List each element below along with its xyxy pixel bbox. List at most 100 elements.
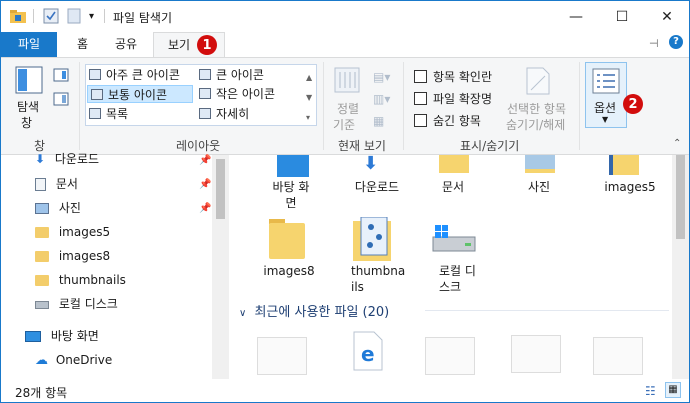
layout-small-icons[interactable]: 작은 아이콘: [196, 85, 314, 103]
navigation-pane-label-2[interactable]: 창: [21, 114, 32, 131]
item-images8[interactable]: images8: [253, 263, 325, 279]
large-icons-icon: [199, 69, 211, 80]
item-images5[interactable]: images5: [597, 179, 663, 195]
medium-icons-icon: [91, 89, 103, 100]
nav-item-pictures[interactable]: 사진: [35, 196, 81, 220]
hide-selected-label[interactable]: 선택한 항목: [507, 100, 566, 117]
documents-folder-icon[interactable]: [439, 155, 469, 173]
drive-icon: [35, 300, 49, 309]
file-extensions-label[interactable]: 파일 확장명: [433, 90, 492, 107]
pin-ribbon-icon[interactable]: ⊣: [649, 37, 659, 50]
item-documents[interactable]: 문서: [421, 179, 485, 195]
content-scrollbar-thumb[interactable]: [676, 155, 685, 239]
item-count: 28개 항목: [15, 386, 68, 400]
properties-icon[interactable]: [43, 8, 59, 27]
desktop-folder-icon[interactable]: [277, 155, 309, 177]
new-folder-icon[interactable]: [67, 8, 81, 27]
tab-file[interactable]: 파일: [1, 32, 57, 57]
large-icons-view-icon[interactable]: ▦: [665, 382, 681, 398]
item-checkboxes-label[interactable]: 항목 확인란: [433, 68, 492, 85]
document-icon: [35, 178, 46, 191]
help-icon[interactable]: ?: [669, 35, 683, 49]
collapse-ribbon-icon[interactable]: ⌃: [673, 138, 681, 149]
pictures-folder-icon[interactable]: [525, 155, 555, 173]
sort-by-label[interactable]: 정렬: [337, 100, 359, 117]
customize-dropdown-icon[interactable]: ▾: [89, 11, 94, 22]
pin-icon[interactable]: 📌: [199, 179, 211, 190]
nav-item-desktop[interactable]: 바탕 화면: [25, 324, 99, 348]
nav-item-downloads[interactable]: ⬇ 다운로드: [35, 147, 99, 171]
group-separator: [79, 62, 80, 150]
nav-item-images5[interactable]: images5: [35, 220, 110, 244]
recent-file-thumbnail[interactable]: [593, 337, 643, 375]
layout-large-icons[interactable]: 큰 아이콘: [196, 66, 314, 84]
maximize-button[interactable]: ☐: [599, 1, 645, 32]
tab-home[interactable]: 홈: [63, 32, 102, 57]
download-folder-icon[interactable]: ⬇: [363, 155, 378, 174]
hidden-items-checkbox[interactable]: [414, 114, 427, 127]
list-icon: [89, 108, 101, 119]
hidden-items-label[interactable]: 숨긴 항목: [433, 112, 481, 129]
group-separator: [579, 62, 580, 150]
folder-body: [269, 223, 305, 259]
nav-item-local-disk[interactable]: 로컬 디스크: [35, 292, 118, 316]
details-pane-icon[interactable]: [53, 92, 69, 109]
layout-extra-large-icons[interactable]: 아주 큰 아이콘: [86, 66, 194, 84]
pictures-icon: [35, 203, 49, 214]
layout-details[interactable]: 자세히: [196, 105, 314, 123]
layout-scroll-arrows[interactable]: ▲ ▼ ▾: [306, 68, 312, 128]
sort-by-icon[interactable]: [333, 66, 361, 97]
group-by-icon[interactable]: ▤▾ ▥▾ ▦: [373, 66, 390, 132]
item-desktop[interactable]: 바탕 화 면: [255, 179, 327, 211]
item-downloads[interactable]: 다운로드: [341, 179, 413, 195]
preview-pane-icon[interactable]: [53, 68, 69, 85]
images5-folder-icon[interactable]: [609, 155, 639, 175]
content-scrollbar[interactable]: [672, 155, 689, 379]
item-pictures[interactable]: 사진: [507, 179, 571, 195]
nav-scrollbar-thumb[interactable]: [216, 159, 225, 219]
cloud-icon: ☁: [35, 353, 48, 368]
thumbnails-folder-icon[interactable]: [353, 216, 393, 264]
hide-selected-label-2[interactable]: 숨기기/해제: [506, 116, 565, 133]
options-button[interactable]: 옵션 ▼: [585, 62, 627, 128]
explorer-folder-icon[interactable]: [9, 8, 27, 27]
layout-list[interactable]: 목록: [86, 105, 194, 123]
file-extensions-checkbox[interactable]: [414, 92, 427, 105]
pin-icon[interactable]: 📌: [199, 203, 211, 214]
navigation-pane-label[interactable]: 탐색: [17, 98, 39, 115]
pin-icon[interactable]: 📌: [199, 155, 211, 166]
navigation-pane-icon[interactable]: [15, 66, 43, 97]
layout-medium-icons[interactable]: 보통 아이콘: [87, 85, 193, 103]
ribbon-tabs: 파일 홈 공유 보기 1 ⊣ ?: [1, 32, 689, 58]
group-separator: [403, 62, 404, 150]
separator: [33, 9, 34, 23]
options-dropdown-icon: ▼: [602, 115, 609, 124]
recent-file-thumbnail[interactable]: [257, 337, 307, 375]
nav-item-thumbnails[interactable]: thumbnails: [35, 268, 126, 292]
folder-icon: [35, 227, 49, 238]
nav-item-onedrive[interactable]: ☁ OneDrive: [35, 348, 112, 372]
item-thumbnails[interactable]: thumbna ils: [341, 263, 413, 295]
close-button[interactable]: ✕: [644, 1, 689, 32]
group-separator: [323, 62, 324, 150]
layout-gallery: 아주 큰 아이콘 큰 아이콘 보통 아이콘 작은 아이콘 목록 자세히: [85, 64, 317, 126]
nav-item-documents[interactable]: 문서: [35, 172, 78, 196]
item-checkboxes-checkbox[interactable]: [414, 70, 427, 83]
item-local-disk[interactable]: 로컬 디 스크: [425, 263, 497, 295]
ribbon: 탐색 창 창 아주 큰 아이콘 큰 아이콘 보통 아이콘 작은 아이콘 목록 자…: [1, 57, 689, 155]
nav-item-images8[interactable]: images8: [35, 244, 110, 268]
recent-file-thumbnail[interactable]: [511, 335, 561, 373]
recent-files-header[interactable]: ∨ 최근에 사용한 파일 (20): [239, 301, 389, 320]
minimize-button[interactable]: —: [553, 1, 599, 32]
hide-selected-icon[interactable]: [525, 66, 551, 99]
window-title: 파일 탐색기: [113, 11, 173, 25]
nav-scrollbar[interactable]: [212, 155, 229, 379]
file-explorer-window: ▾ 파일 탐색기 — ☐ ✕ 파일 홈 공유 보기 1 ⊣ ? 탐색 창 창 아…: [0, 0, 690, 403]
local-disk-icon[interactable]: [431, 225, 477, 258]
sort-by-label-2[interactable]: 기준: [333, 116, 355, 133]
recent-file-thumbnail[interactable]: [425, 337, 475, 375]
title-bar: ▾ 파일 탐색기 — ☐ ✕: [1, 1, 689, 32]
tab-share[interactable]: 공유: [101, 32, 151, 57]
details-view-icon[interactable]: ☷: [645, 384, 656, 398]
edge-file-icon[interactable]: e: [353, 331, 383, 374]
